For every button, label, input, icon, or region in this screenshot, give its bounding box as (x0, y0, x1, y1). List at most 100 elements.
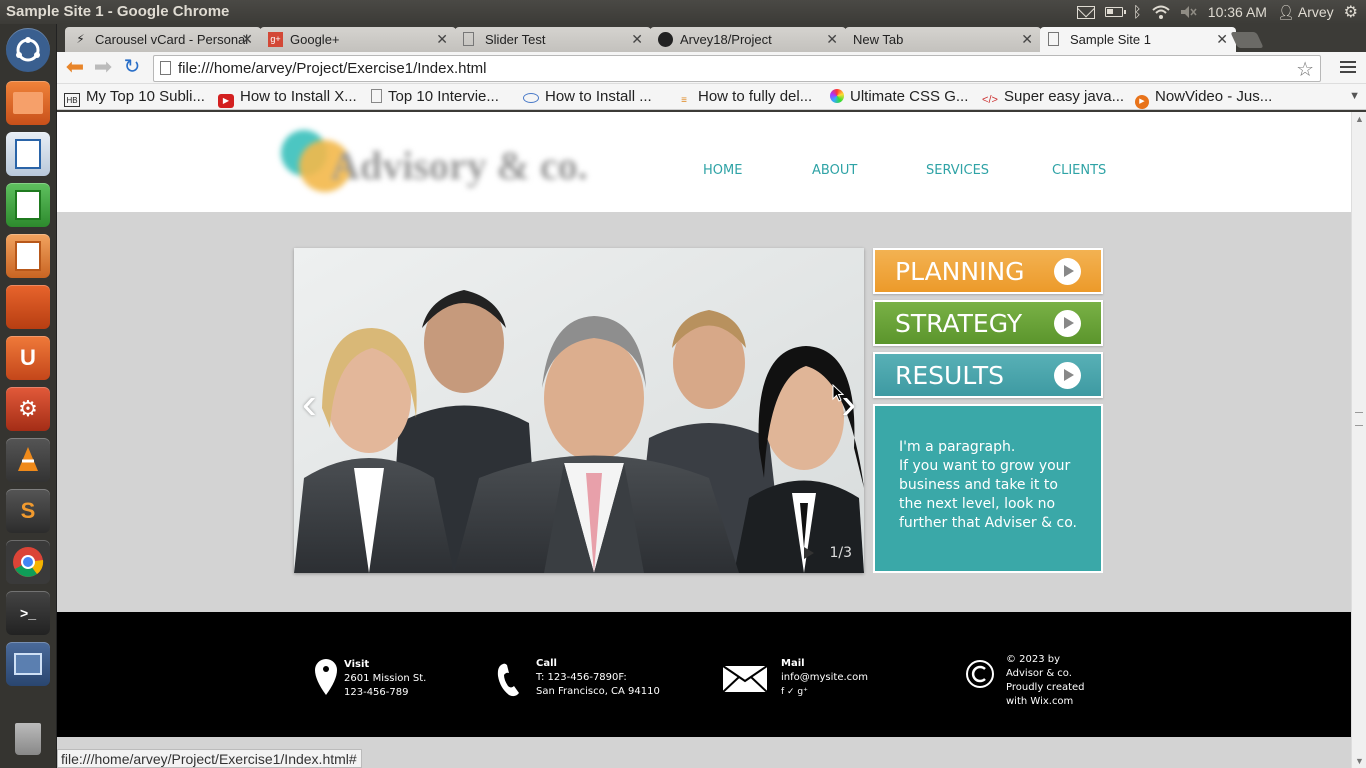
bookmark-item[interactable]: </> Super easy java... (982, 88, 1124, 107)
user-name: Arvey (1297, 3, 1334, 20)
tab-github-project[interactable]: Arvey18/Project ✕ (650, 27, 846, 52)
bookmark-item[interactable]: ▶ NowVideo - Jus... (1135, 88, 1272, 109)
page-icon (160, 61, 171, 75)
volume-muted-icon[interactable] (1180, 5, 1198, 19)
user-menu[interactable]: 👤︎ Arvey (1277, 4, 1334, 21)
dash-home-icon[interactable] (6, 28, 50, 72)
mail-address[interactable]: info@mysite.com (781, 671, 868, 685)
system-settings-icon[interactable]: ⚙ (6, 387, 50, 431)
tab-label: Sample Site 1 (1070, 32, 1151, 47)
planning-button[interactable]: PLANNING (873, 248, 1103, 294)
strategy-button[interactable]: STRATEGY (873, 300, 1103, 346)
files-icon[interactable] (6, 81, 50, 125)
chrome-icon[interactable] (6, 540, 50, 584)
footer-call: Call T: 123-456-7890F: San Francisco, CA… (536, 657, 660, 699)
close-icon[interactable]: ✕ (1021, 31, 1033, 48)
bookmark-item[interactable]: ≡ How to fully del... (676, 88, 812, 108)
system-top-bar: Sample Site 1 - Google Chrome ᛒ 10:36 AM… (0, 0, 1366, 24)
footer-copyright: © 2023 by Advisor & co. Proudly created … (1006, 653, 1085, 709)
close-icon[interactable]: ✕ (631, 31, 643, 48)
tab-label: Arvey18/Project (680, 32, 772, 47)
bookmark-item[interactable]: HB My Top 10 Subli... (64, 88, 205, 107)
tab-slider-test[interactable]: Slider Test ✕ (455, 27, 651, 52)
tab-label: New Tab (853, 32, 904, 47)
bookmark-item[interactable]: Top 10 Intervie... (371, 88, 499, 105)
bookmark-item[interactable]: How to Install ... (523, 88, 652, 105)
page-icon (463, 32, 474, 46)
chevron-down-icon[interactable]: ▼ (1349, 90, 1360, 102)
url-text: file:///home/arvey/Project/Exercise1/Ind… (178, 60, 487, 77)
call-phone: T: 123-456-7890F: (536, 672, 627, 683)
close-icon[interactable]: ✕ (241, 31, 253, 48)
bookmark-label: Top 10 Intervie... (388, 88, 499, 105)
battery-icon[interactable] (1104, 7, 1126, 17)
workspace-switcher-icon[interactable] (6, 642, 50, 686)
system-tray: ᛒ 10:36 AM 👤︎ Arvey ⚙ (1076, 2, 1358, 22)
play-icon: ▶ (1135, 95, 1149, 109)
bookmark-item[interactable]: Ultimate CSS G... (830, 88, 968, 105)
copyright-line-4[interactable]: with Wix.com (1006, 695, 1085, 709)
vlc-icon[interactable] (6, 438, 50, 482)
scroll-thumb[interactable] (1355, 412, 1363, 426)
tab-label: Slider Test (485, 32, 546, 47)
forward-arrow-icon[interactable]: ➡ (91, 56, 115, 80)
star-icon[interactable]: ☆ (1296, 57, 1314, 82)
close-icon[interactable]: ✕ (436, 31, 448, 48)
tab-label: Carousel vCard - Personal (95, 32, 249, 47)
call-city: San Francisco, CA 94110 (536, 686, 660, 697)
lightning-icon: ⚡ (76, 32, 85, 46)
back-arrow-icon[interactable]: ⬅ (63, 56, 87, 80)
wifi-icon[interactable] (1152, 5, 1170, 19)
copyright-line-1: © 2023 by (1006, 654, 1061, 665)
address-bar[interactable]: file:///home/arvey/Project/Exercise1/Ind… (153, 55, 1321, 82)
scroll-up-icon[interactable]: ▲ (1355, 114, 1364, 124)
calc-icon[interactable] (6, 183, 50, 227)
nav-about[interactable]: ABOUT (812, 163, 857, 178)
tab-google-plus[interactable]: g+ Google+ ✕ (260, 27, 456, 52)
status-bar: file:///home/arvey/Project/Exercise1/Ind… (57, 749, 362, 768)
social-icons[interactable]: f ✓ g⁺ (781, 685, 868, 699)
tab-strip: ⚡ Carousel vCard - Personal ✕ g+ Google+ ✕ S… (57, 24, 1366, 53)
close-icon[interactable]: ✕ (1216, 31, 1228, 48)
nav-services[interactable]: SERVICES (926, 163, 989, 178)
cloud-icon (523, 93, 539, 103)
impress-icon[interactable] (6, 234, 50, 278)
nav-clients[interactable]: CLIENTS (1052, 163, 1106, 178)
reload-icon[interactable]: ↻ (120, 56, 144, 80)
results-button[interactable]: RESULTS (873, 352, 1103, 398)
footer-mail: Mail info@mysite.com f ✓ g⁺ (781, 657, 868, 699)
mail-icon[interactable] (1076, 5, 1095, 19)
nav-home[interactable]: HOME (703, 163, 742, 178)
strategy-label: STRATEGY (895, 309, 1023, 338)
chrome-menu-icon[interactable] (1340, 58, 1356, 74)
writer-icon[interactable] (6, 132, 50, 176)
copyright-icon (966, 660, 994, 688)
clock[interactable]: 10:36 AM (1208, 4, 1267, 20)
slider-prev-arrow[interactable]: ‹ (302, 382, 317, 426)
play-circle-icon (1054, 258, 1081, 285)
software-center-icon[interactable] (6, 285, 50, 329)
tab-carousel-vcard[interactable]: ⚡ Carousel vCard - Personal ✕ (65, 27, 261, 52)
slide-counter: 1/3 (829, 545, 852, 561)
footer-visit: Visit 2601 Mission St. 123-456-789 (344, 658, 426, 700)
scroll-down-icon[interactable]: ▼ (1355, 756, 1364, 766)
gear-icon[interactable]: ⚙ (1344, 2, 1358, 22)
ubuntu-one-icon[interactable]: U (6, 336, 50, 380)
sublime-text-icon[interactable]: S (6, 489, 50, 533)
terminal-icon[interactable]: >_ (6, 591, 50, 635)
bookmarks-bar: HB My Top 10 Subli... ▶ How to Install X..… (57, 84, 1366, 110)
tab-sample-site[interactable]: Sample Site 1 ✕ (1040, 27, 1236, 53)
play-circle-icon (1054, 362, 1081, 389)
paragraph-box: I'm a paragraph. If you want to grow you… (873, 404, 1103, 573)
logo[interactable]: Advisory & co. (279, 126, 599, 196)
bookmark-label: How to Install ... (545, 88, 652, 105)
window-title: Sample Site 1 - Google Chrome (6, 3, 230, 20)
close-icon[interactable]: ✕ (826, 31, 838, 48)
tab-new-tab[interactable]: New Tab ✕ (845, 27, 1041, 52)
bookmark-item[interactable]: ▶ How to Install X... (218, 88, 357, 108)
trash-icon[interactable] (6, 717, 50, 761)
bluetooth-icon[interactable]: ᛒ (1133, 4, 1142, 21)
hb-icon: HB (64, 93, 80, 107)
page-scrollbar[interactable]: ▲ ▼ (1351, 112, 1366, 768)
slider-play-icon[interactable] (804, 547, 814, 559)
